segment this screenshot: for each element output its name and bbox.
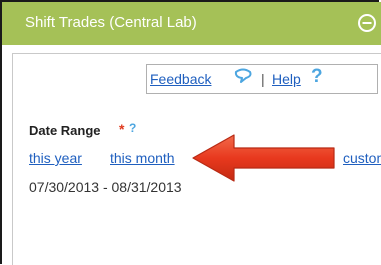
required-asterisk: * bbox=[119, 121, 125, 137]
widget-header: Shift Trades (Central Lab) bbox=[2, 2, 381, 45]
date-range-value: 07/30/2013 - 08/31/2013 bbox=[29, 179, 182, 195]
red-arrow-icon bbox=[188, 132, 338, 182]
help-link[interactable]: Help bbox=[272, 71, 301, 87]
custom-link[interactable]: custom bbox=[343, 150, 381, 166]
minus-circle-icon[interactable] bbox=[357, 13, 377, 33]
date-range-label: Date Range bbox=[29, 123, 101, 138]
feedback-link[interactable]: Feedback bbox=[150, 71, 211, 87]
speech-bubble-icon[interactable] bbox=[233, 68, 253, 84]
this-month-link[interactable]: this month bbox=[110, 150, 175, 166]
date-range-help-icon[interactable]: ? bbox=[129, 121, 136, 135]
this-year-link[interactable]: this year bbox=[29, 150, 82, 166]
link-divider: | bbox=[261, 71, 265, 87]
widget-title: Shift Trades (Central Lab) bbox=[25, 14, 197, 31]
feedback-help-bar: Feedback | Help ? bbox=[146, 64, 378, 94]
help-icon[interactable]: ? bbox=[311, 66, 323, 88]
